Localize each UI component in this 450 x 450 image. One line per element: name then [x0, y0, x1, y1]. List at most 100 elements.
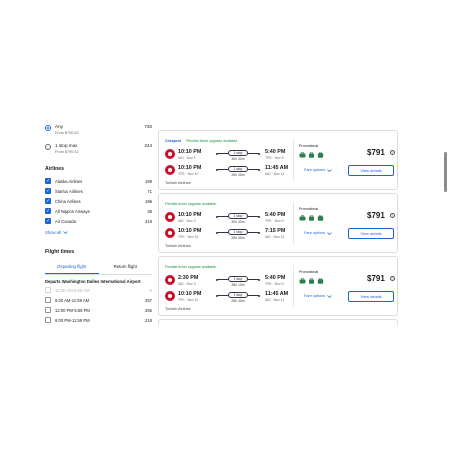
airline-count: 189 [145, 178, 152, 184]
show-all-airlines-link[interactable]: Show all [45, 230, 152, 235]
departure-info: TPE · Nov 10 [178, 172, 199, 176]
fare-options-link[interactable]: Fare options [304, 231, 332, 235]
departure-info: IAD · Nov 3 [178, 219, 196, 223]
checkbox-icon[interactable]: ✓ [45, 208, 51, 214]
departs-airport-label: Departs Washington Dulles International … [45, 279, 141, 284]
duration: 38h 10m [231, 283, 245, 287]
stops-option-one-stop[interactable]: 1 stop max From $790.52 244 [45, 143, 152, 162]
airline-filter-item[interactable]: ✓ Starlux Airlines 71 [45, 188, 152, 198]
radio-icon[interactable] [45, 125, 51, 131]
checkbox-icon[interactable]: ✓ [45, 198, 51, 204]
stop-count: 1 stop [228, 229, 248, 235]
checkbox-icon[interactable] [45, 297, 51, 303]
view-details-button[interactable]: View details [348, 291, 394, 302]
stops-price: From $790.52 [55, 131, 79, 135]
duration: 28h 35m [231, 173, 245, 177]
outbound-leg: 10:10 PM IAD · Nov 3 1 stop 30h 30m 5:40… [165, 148, 291, 162]
flight-result-card[interactable]: Cheapest Flexible ticket upgrade availab… [158, 130, 398, 190]
airline-filter-item[interactable]: ✓ Alaska Airlines 189 [45, 178, 152, 188]
arrival-info: TPE · Nov 5 [265, 282, 284, 286]
show-all-label: Show all [45, 230, 61, 235]
outbound-leg: 10:10 PM IAD · Nov 3 1 stop 30h 30m 5:40… [165, 211, 291, 225]
cheapest-badge: Cheapest [165, 139, 182, 143]
time-range-label: 6:00 PM-11:59 PM [55, 317, 90, 323]
stops-label: Any [55, 124, 63, 129]
stops-count: 244 [144, 143, 152, 148]
card-divider [293, 139, 294, 181]
checkbox-icon[interactable] [45, 317, 51, 323]
return-leg: 10:10 PM TPE · Nov 10 1 stop 28h 35m 11:… [165, 164, 291, 178]
checked-bag-icon [317, 215, 324, 221]
baggage-icons [299, 215, 324, 221]
operating-airline: Turkish Airlines [165, 307, 191, 311]
baggage-icons [299, 278, 324, 284]
time-range-item[interactable]: 12:00 PM-5:59 PM 255 [45, 307, 152, 317]
airline-name: Alaska Airlines [55, 178, 83, 184]
time-range-label: 12:00 AM-5:59 AM [55, 287, 90, 293]
airline-filter-item[interactable]: ✓ All Nippon Airways 48 [45, 208, 152, 218]
info-icon[interactable]: ? [390, 276, 395, 281]
card-divider [293, 265, 294, 307]
checkbox-icon[interactable]: ✓ [45, 188, 51, 194]
view-details-button[interactable]: View details [348, 228, 394, 239]
airline-logo-icon [165, 212, 175, 222]
flight-result-card[interactable]: Flexible ticket upgrade available 10:10 … [158, 193, 398, 253]
airline-logo-icon [165, 275, 175, 285]
flex-ticket-badge: Flexible ticket upgrade available [165, 265, 217, 269]
fare-options-link[interactable]: Fare options [304, 294, 332, 298]
outbound-leg: 2:30 PM IAD · Nov 3 1 stop 38h 10m 5:40 … [165, 274, 291, 288]
price-column: Promotional $791 ? Fare options View det… [299, 131, 397, 189]
checkbox-icon[interactable]: ✓ [45, 178, 51, 184]
time-range-item[interactable]: 6:00 AM-11:59 AM 257 [45, 297, 152, 307]
tab-departing-flight[interactable]: Departing flight [45, 262, 99, 274]
time-range-item[interactable]: 6:00 PM-11:59 PM 218 [45, 317, 152, 327]
return-leg: 10:10 PM TPE · Nov 10 1 stop 28h 35m 11:… [165, 290, 291, 304]
duration: 28h 35m [231, 236, 245, 240]
stop-count: 1 stop [228, 276, 248, 282]
arrival-time: 11:45 AM [265, 165, 289, 171]
price: $791 [367, 274, 385, 283]
departure-time: 10:10 PM [178, 149, 202, 155]
flight-result-card[interactable]: Flexible ticket upgrade available 2:30 P… [158, 256, 398, 316]
flight-result-card[interactable] [158, 319, 398, 325]
chevron-down-icon [327, 294, 332, 298]
info-icon[interactable]: ? [390, 213, 395, 218]
checkbox-icon [45, 287, 51, 293]
stop-count: 1 stop [228, 150, 248, 156]
arrival-time: 11:45 AM [265, 291, 289, 297]
stops-label: 1 stop max [55, 143, 78, 148]
badges: Flexible ticket upgrade available [165, 202, 216, 206]
checkbox-icon[interactable]: ✓ [45, 218, 51, 224]
departure-time: 10:10 PM [178, 291, 202, 297]
stop-count: 1 stop [228, 213, 248, 219]
chevron-down-icon [327, 231, 332, 235]
airline-name: All Nippon Airways [55, 208, 90, 214]
flight-times-heading: Flight times [45, 249, 75, 255]
promotional-label: Promotional [299, 207, 319, 211]
fare-options-link[interactable]: Fare options [304, 168, 332, 172]
view-details-button[interactable]: View details [348, 165, 394, 176]
airline-filter-item[interactable]: ✓ Air Canada 319 [45, 218, 152, 228]
tab-return-flight[interactable]: Return flight [99, 262, 153, 274]
carry-on-bag-icon [308, 215, 315, 221]
radio-icon[interactable] [45, 144, 51, 150]
scrollbar-thumb[interactable] [444, 152, 447, 192]
departure-info: IAD · Nov 3 [178, 156, 196, 160]
flex-ticket-badge: Flexible ticket upgrade available [165, 202, 217, 206]
info-icon[interactable]: ? [390, 150, 395, 155]
stops-option-any[interactable]: Any From $790.52 730 [45, 124, 152, 143]
carry-on-bag-icon [308, 152, 315, 158]
airline-logo-icon [165, 291, 175, 301]
departure-info: IAD · Nov 3 [178, 282, 196, 286]
stop-count: 1 stop [228, 292, 248, 298]
duration: 30h 30m [231, 157, 245, 161]
time-range-count: 255 [145, 307, 152, 313]
time-range-count: 218 [145, 317, 152, 323]
badges: Flexible ticket upgrade available [165, 265, 216, 269]
airline-filter-item[interactable]: ✓ China Airlines 196 [45, 198, 152, 208]
carry-on-bag-icon [308, 278, 315, 284]
airline-name: China Airlines [55, 198, 81, 204]
checkbox-icon[interactable] [45, 307, 51, 313]
arrival-time: 7:15 PM [265, 228, 286, 234]
airline-count: 71 [147, 188, 152, 194]
